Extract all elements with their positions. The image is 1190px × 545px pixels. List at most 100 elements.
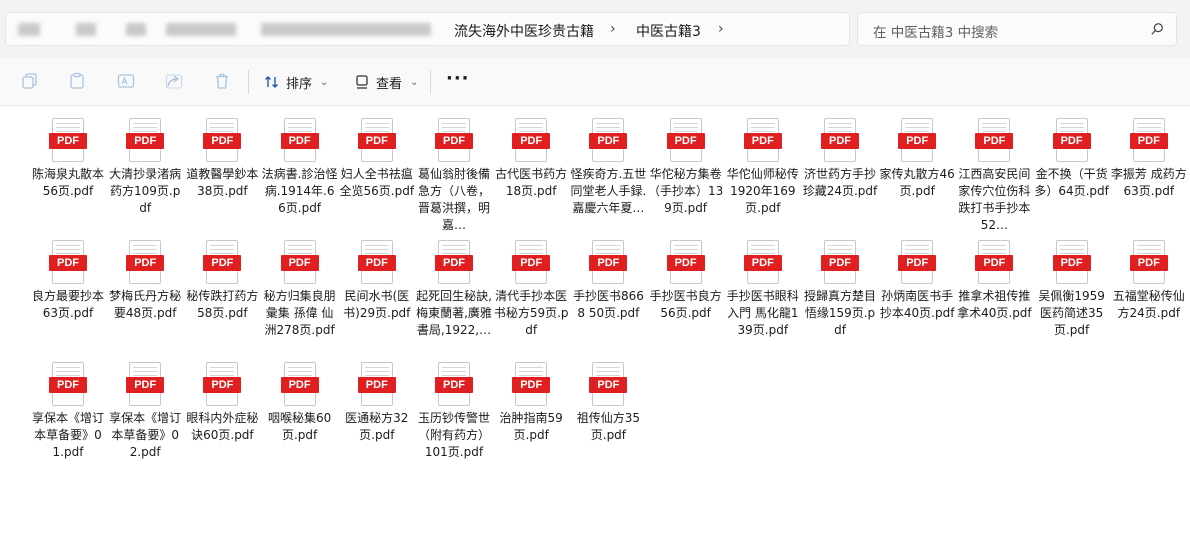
file-name: 起死回生秘訣,梅東蘭著,廣雅書局,1922,… — [416, 289, 492, 337]
chevron-down-icon: ⌄ — [320, 76, 329, 88]
pdf-file-icon: PDF — [666, 118, 705, 162]
sort-button[interactable]: 排序 ⌄ — [264, 70, 328, 94]
file-item[interactable]: PDF 起死回生秘訣,梅東蘭著,廣雅書局,1922,… — [416, 240, 492, 339]
file-name: 咽喉秘集60页.pdf — [267, 411, 332, 442]
file-item[interactable]: PDF 五福堂秘传仙方24页.pdf — [1111, 240, 1187, 322]
pdf-file-icon: PDF — [126, 240, 165, 284]
file-item[interactable]: PDF 江西高安民间家传穴位伤科跌打书手抄本52… — [956, 118, 1032, 234]
search-icon[interactable] — [1150, 22, 1164, 36]
file-item[interactable]: PDF 陈海泉丸散本56页.pdf — [30, 118, 106, 200]
file-item[interactable]: PDF 咽喉秘集60页.pdf — [262, 362, 338, 444]
file-name: 法病書.診治怪病.1914年.66页.pdf — [261, 167, 338, 215]
pdf-badge: PDF — [1129, 133, 1168, 149]
breadcrumb-current[interactable]: 中医古籍3 — [636, 21, 701, 41]
command-bar: 排序 ⌄ 查看 ⌄ ··· — [0, 58, 1190, 106]
file-item[interactable]: PDF 民间水书(医书)29页.pdf — [339, 240, 415, 322]
file-item[interactable]: PDF 金不换（干货多）64页.pdf — [1034, 118, 1110, 200]
file-item[interactable]: PDF 秘传跌打药方58页.pdf — [184, 240, 260, 322]
view-button[interactable]: 查看 ⌄ — [354, 70, 418, 94]
file-item[interactable]: PDF 治肿指南59页.pdf — [493, 362, 569, 444]
file-item[interactable]: PDF 祖传仙方35页.pdf — [570, 362, 646, 444]
file-name: 家传丸散方46页.pdf — [879, 167, 955, 198]
pdf-badge: PDF — [280, 255, 319, 271]
file-item[interactable]: PDF 眼科内外症秘诀60页.pdf — [184, 362, 260, 444]
file-name: 手抄医书良方56页.pdf — [649, 289, 722, 320]
pdf-file-icon: PDF — [898, 118, 937, 162]
file-name: 清代手抄本医书秘方59页.pdf — [493, 289, 569, 337]
pdf-badge: PDF — [589, 377, 628, 393]
file-item[interactable]: PDF 享保本《增订本草备要》02.pdf — [107, 362, 183, 461]
file-name: 葛仙翁肘後備急方（八卷，晋葛洪撰，明嘉… — [417, 167, 490, 232]
file-name: 祖传仙方35页.pdf — [576, 411, 641, 442]
rename-icon[interactable] — [117, 72, 135, 90]
file-name: 秘传跌打药方58页.pdf — [186, 289, 259, 320]
file-item[interactable]: PDF 享保本《增订本草备要》01.pdf — [30, 362, 106, 461]
pdf-file-icon: PDF — [666, 240, 705, 284]
file-item[interactable]: PDF 法病書.診治怪病.1914年.66页.pdf — [262, 118, 338, 217]
pdf-file-icon: PDF — [435, 362, 473, 406]
pdf-file-icon: PDF — [1052, 118, 1091, 162]
pdf-file-icon: PDF — [49, 362, 87, 406]
file-item[interactable]: PDF 古代医书药方18页.pdf — [493, 118, 569, 200]
file-item[interactable]: PDF 道教醫學鈔本38页.pdf — [184, 118, 260, 200]
file-item[interactable]: PDF 梦梅氏丹方秘要48页.pdf — [107, 240, 183, 322]
delete-icon[interactable] — [213, 72, 231, 90]
redacted-path — [18, 23, 40, 36]
pdf-file-icon: PDF — [280, 240, 319, 284]
file-item[interactable]: PDF 医通秘方32页.pdf — [339, 362, 415, 444]
file-name: 李振芳 成药方63页.pdf — [1110, 167, 1187, 198]
pdf-file-icon: PDF — [49, 118, 87, 162]
search-box[interactable]: 在 中医古籍3 中搜索 — [857, 12, 1177, 46]
share-icon[interactable] — [165, 72, 183, 90]
toolbar-divider — [430, 70, 431, 94]
pdf-badge: PDF — [435, 133, 473, 149]
pdf-file-icon: PDF — [49, 240, 87, 284]
address-bar[interactable]: 流失海外中医珍贵古籍 › 中医古籍3 › — [5, 12, 850, 46]
file-item[interactable]: PDF 清代手抄本医书秘方59页.pdf — [493, 240, 569, 339]
address-area: 流失海外中医珍贵古籍 › 中医古籍3 › 在 中医古籍3 中搜索 — [0, 0, 1190, 58]
file-item[interactable]: PDF 推拿术祖传推拿术40页.pdf — [956, 240, 1032, 322]
file-item[interactable]: PDF 玉历钞传警世（附有药方）101页.pdf — [416, 362, 492, 461]
file-item[interactable]: PDF 家传丸散方46页.pdf — [879, 118, 955, 200]
file-item[interactable]: PDF 良方最要抄本63页.pdf — [30, 240, 106, 322]
file-name: 玉历钞传警世（附有药方）101页.pdf — [417, 411, 490, 459]
breadcrumb-root[interactable]: 流失海外中医珍贵古籍 — [454, 21, 594, 41]
file-item[interactable]: PDF 妇人全书祛瘟全览56页.pdf — [339, 118, 415, 200]
pdf-badge: PDF — [203, 377, 242, 393]
file-item[interactable]: PDF 大清抄录渚病药方109页.pdf — [107, 118, 183, 217]
copy-icon[interactable] — [21, 72, 39, 90]
pdf-badge: PDF — [1052, 133, 1091, 149]
file-item[interactable]: PDF 济世药方手抄珍藏24页.pdf — [802, 118, 878, 200]
paste-icon[interactable] — [68, 72, 86, 90]
file-item[interactable]: PDF 手抄医书眼科入門 馬化龍139页.pdf — [725, 240, 801, 339]
file-item[interactable]: PDF 秘方归集良朋彙集 孫偉 仙洲278页.pdf — [262, 240, 338, 339]
pdf-file-icon: PDF — [203, 240, 242, 284]
file-item[interactable]: PDF 华佗仙师秘传1920年169页.pdf — [725, 118, 801, 217]
file-item[interactable]: PDF 华佗秘方集卷（手抄本）139页.pdf — [648, 118, 724, 217]
file-item[interactable]: PDF 手抄医书8668 50页.pdf — [570, 240, 646, 322]
file-item[interactable]: PDF 手抄医书良方56页.pdf — [648, 240, 724, 322]
file-item[interactable]: PDF 授歸真方楚目 悟缘159页.pdf — [802, 240, 878, 339]
pdf-badge: PDF — [49, 377, 87, 393]
file-item[interactable]: PDF 葛仙翁肘後備急方（八卷，晋葛洪撰，明嘉… — [416, 118, 492, 234]
file-name: 梦梅氏丹方秘要48页.pdf — [109, 289, 182, 320]
more-options-button[interactable]: ··· — [446, 68, 470, 89]
file-item[interactable]: PDF 孙炳南医书手抄本40页.pdf — [879, 240, 955, 322]
file-name: 享保本《增订本草备要》02.pdf — [109, 411, 182, 459]
search-placeholder: 在 中医古籍3 中搜索 — [873, 25, 999, 41]
pdf-badge: PDF — [126, 255, 165, 271]
file-item[interactable]: PDF 李振芳 成药方63页.pdf — [1111, 118, 1187, 200]
file-name: 济世药方手抄珍藏24页.pdf — [802, 167, 878, 198]
file-item[interactable]: PDF 怪疾奇方.五世同堂老人手録.嘉慶六年夏… — [570, 118, 646, 217]
file-name: 江西高安民间家传穴位伤科跌打书手抄本52… — [958, 167, 1031, 232]
pdf-file-icon: PDF — [975, 118, 1014, 162]
pdf-badge: PDF — [898, 133, 937, 149]
pdf-badge: PDF — [435, 377, 473, 393]
scrollbar-track[interactable] — [1186, 106, 1190, 545]
file-item[interactable]: PDF 吴佩衡1959医药简述35页.pdf — [1034, 240, 1110, 339]
pdf-badge: PDF — [203, 255, 242, 271]
breadcrumb-separator[interactable]: › — [610, 21, 616, 37]
file-name: 金不换（干货多）64页.pdf — [1034, 167, 1109, 198]
view-label: 查看 — [376, 76, 403, 92]
breadcrumb-separator[interactable]: › — [718, 21, 724, 37]
